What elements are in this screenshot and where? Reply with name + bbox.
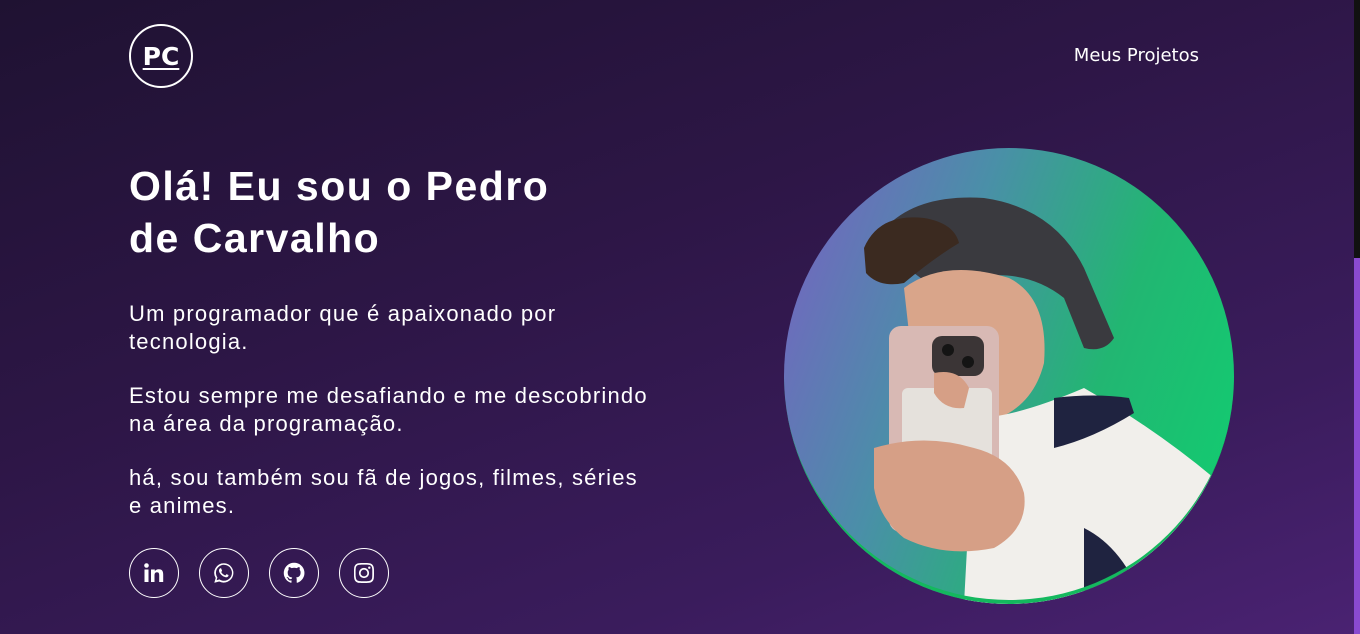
page-scrollbar[interactable] [1354,0,1360,634]
logo-text: PC [142,41,180,71]
whatsapp-button[interactable] [199,548,249,598]
scrollbar-track [1354,258,1360,634]
github-icon [283,562,305,583]
logo[interactable]: PC [129,24,193,88]
linkedin-button[interactable] [129,548,179,598]
profile-photo [784,148,1234,604]
site-header: PC Meus Projetos [129,23,1199,89]
challenge-paragraph: Estou sempre me desafiando e me descobri… [129,383,648,436]
intro-paragraph: Um programador que é apaixonado por tecn… [129,301,557,354]
nav-link-meus-projetos[interactable]: Meus Projetos [1074,45,1199,66]
hero-title-line1: Olá! Eu sou o Pedro [129,163,550,209]
hero-section: Olá! Eu sou o Pedro de Carvalho Um progr… [129,160,649,598]
hobbies-paragraph: há, sou também sou fã de jogos, filmes, … [129,465,638,518]
whatsapp-icon [214,563,234,583]
social-links [129,548,649,598]
scrollbar-thumb[interactable] [1354,0,1360,258]
profile-photo-ring [784,148,1234,604]
hero-title: Olá! Eu sou o Pedro de Carvalho [129,160,649,264]
linkedin-icon [144,563,164,582]
hero-title-line2: de Carvalho [129,215,381,261]
instagram-icon [354,563,374,583]
instagram-button[interactable] [339,548,389,598]
github-button[interactable] [269,548,319,598]
